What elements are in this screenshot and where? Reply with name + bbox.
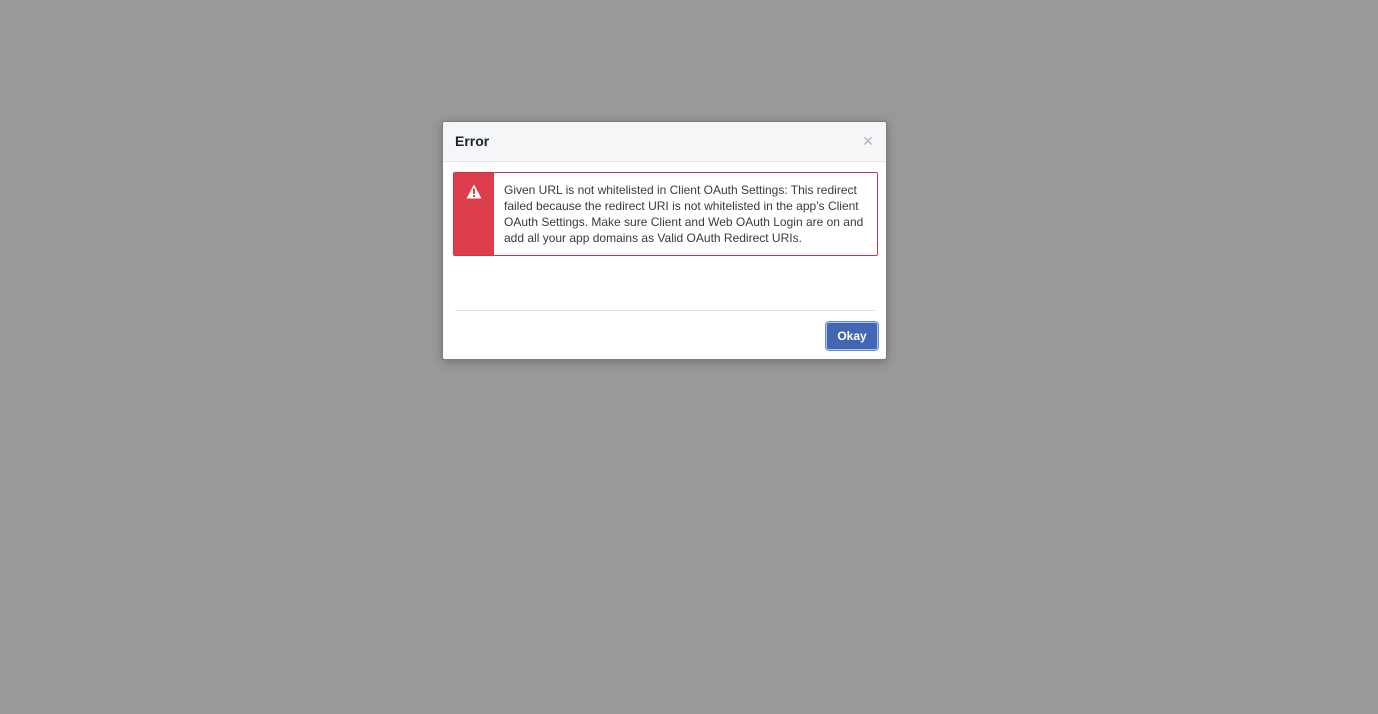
error-dialog: Error × Given URL is not whitelisted in …	[442, 121, 887, 360]
close-icon[interactable]: ×	[860, 131, 876, 151]
dialog-title: Error	[455, 133, 490, 149]
alert-icon-box	[454, 173, 494, 255]
okay-button[interactable]: Okay	[827, 323, 877, 349]
footer-divider	[455, 310, 875, 311]
alert-message: Given URL is not whitelisted in Client O…	[504, 183, 864, 245]
dialog-header: Error ×	[443, 122, 886, 162]
error-alert: Given URL is not whitelisted in Client O…	[453, 172, 878, 256]
warning-triangle-icon	[466, 184, 482, 199]
